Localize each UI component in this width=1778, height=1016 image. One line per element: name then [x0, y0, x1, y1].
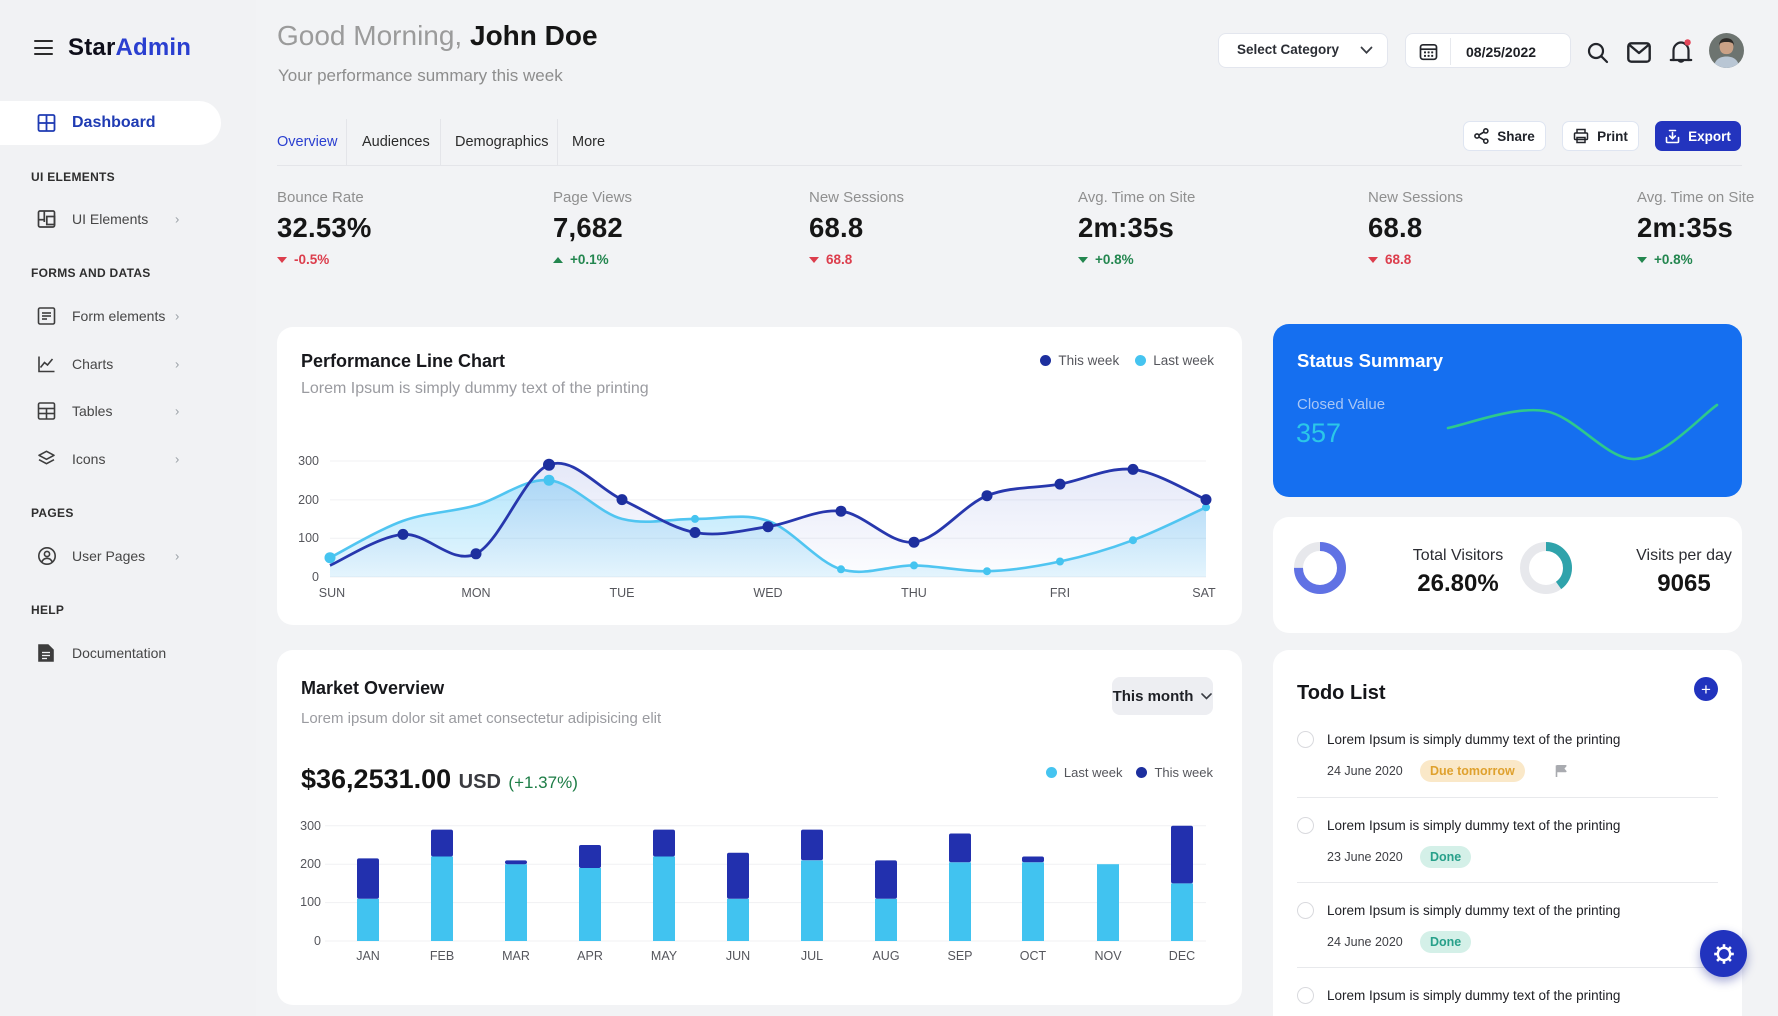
- svg-text:JAN: JAN: [356, 949, 380, 963]
- svg-text:0: 0: [312, 570, 319, 584]
- svg-text:100: 100: [298, 531, 319, 545]
- svg-text:300: 300: [298, 454, 319, 468]
- svg-text:SUN: SUN: [319, 586, 345, 600]
- svg-text:WED: WED: [753, 586, 782, 600]
- svg-text:MON: MON: [461, 586, 490, 600]
- svg-text:JUL: JUL: [801, 949, 823, 963]
- svg-text:300: 300: [300, 819, 321, 833]
- svg-text:0: 0: [314, 934, 321, 948]
- svg-text:FEB: FEB: [430, 949, 454, 963]
- svg-text:NOV: NOV: [1094, 949, 1122, 963]
- svg-text:FRI: FRI: [1050, 586, 1070, 600]
- svg-text:200: 200: [300, 857, 321, 871]
- svg-text:SEP: SEP: [947, 949, 972, 963]
- svg-text:AUG: AUG: [872, 949, 899, 963]
- svg-text:APR: APR: [577, 949, 603, 963]
- svg-text:100: 100: [300, 895, 321, 909]
- svg-text:SAT: SAT: [1192, 586, 1216, 600]
- svg-text:MAR: MAR: [502, 949, 530, 963]
- svg-text:THU: THU: [901, 586, 927, 600]
- svg-text:MAY: MAY: [651, 949, 678, 963]
- svg-text:200: 200: [298, 493, 319, 507]
- svg-text:OCT: OCT: [1020, 949, 1047, 963]
- svg-text:TUE: TUE: [610, 586, 635, 600]
- svg-text:DEC: DEC: [1169, 949, 1195, 963]
- svg-text:JUN: JUN: [726, 949, 750, 963]
